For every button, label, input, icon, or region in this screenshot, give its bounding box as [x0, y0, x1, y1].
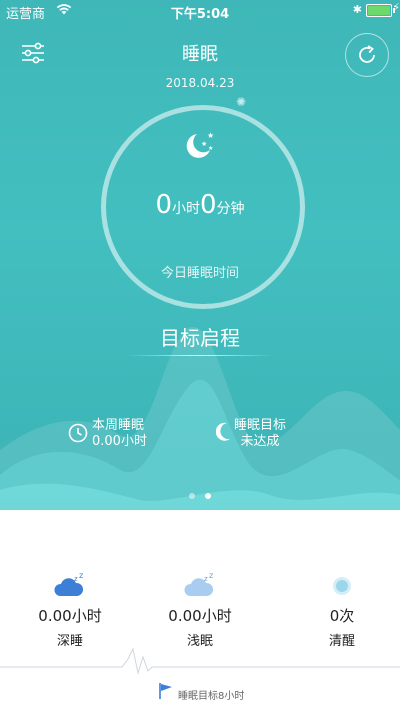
goal-start-button[interactable]: 目标启程: [0, 322, 400, 351]
page-title: 睡眠: [182, 44, 218, 65]
page-dot-1[interactable]: [189, 493, 195, 499]
svg-text:z: z: [74, 575, 78, 583]
goal-underline: [125, 355, 275, 356]
battery-icon: [366, 4, 395, 17]
light-sleep-cloud-icon: z z: [184, 571, 213, 596]
light-sleep-value: 0.00小时: [168, 607, 232, 625]
sleep-target-label: 睡眠目标: [234, 418, 287, 433]
today-sleep-caption: 今日睡眠时间: [160, 266, 239, 281]
awake-count-value: 0次: [329, 607, 355, 625]
page-dot-2[interactable]: [205, 493, 211, 499]
hours-value: 0: [155, 190, 172, 220]
svg-text:z: z: [204, 575, 208, 583]
sleep-stats: z z 0.00小时 深睡 z z 0.00小时 浅眠 0次 清醒: [0, 570, 400, 650]
weekly-sleep-label: 本周睡眠: [92, 418, 145, 433]
clock-icon: [68, 423, 88, 443]
hours-unit: 小时: [172, 201, 200, 217]
moon-icon: [216, 422, 230, 441]
minutes-value: 0: [200, 190, 217, 220]
deep-sleep-cloud-icon: z z: [54, 571, 83, 596]
status-bar: 运营商 下午5:04 ✱ ⚡: [0, 0, 400, 22]
bluetooth-icon: ✱: [352, 3, 362, 16]
svg-text:★: ★: [208, 145, 213, 152]
charging-icon: ⚡: [392, 1, 400, 14]
date-label: 2018.04.23: [165, 76, 235, 90]
svg-text:z: z: [209, 571, 213, 580]
svg-text:★: ★: [207, 131, 214, 140]
minutes-unit: 分钟: [216, 201, 245, 217]
deep-sleep-value: 0.00小时: [38, 607, 102, 625]
svg-text:z: z: [79, 571, 83, 580]
deep-sleep-stat: z z 0.00小时 深睡: [10, 570, 130, 649]
page-indicator: [0, 484, 400, 503]
moon-stars-icon: ★ ★ ★: [186, 131, 214, 158]
light-sleep-stat: z z 0.00小时 浅眠: [140, 570, 260, 649]
refresh-icon: [359, 45, 375, 63]
heartbeat-line: [0, 647, 400, 675]
flag-icon: [159, 683, 172, 699]
refresh-button[interactable]: [345, 33, 389, 77]
sleep-target-status: 未达成: [240, 434, 280, 449]
svg-text:★: ★: [201, 140, 207, 148]
awake-stat: 0次 清醒: [282, 570, 400, 649]
sleep-duration: 0小时0分钟: [0, 190, 400, 220]
sleep-goal-label: 睡眠目标8小时: [178, 691, 245, 702]
awake-circle-icon: [333, 577, 351, 595]
sparkle-icon: ✺: [236, 95, 247, 109]
weekly-sleep-value: 0.00小时: [92, 434, 147, 449]
sleep-hero-panel: 运营商 下午5:04 ✱ ⚡ 睡眠 2018.04.23 ✺ ★ ★ ★ 0小时…: [0, 0, 400, 510]
status-time: 下午5:04: [170, 7, 230, 22]
